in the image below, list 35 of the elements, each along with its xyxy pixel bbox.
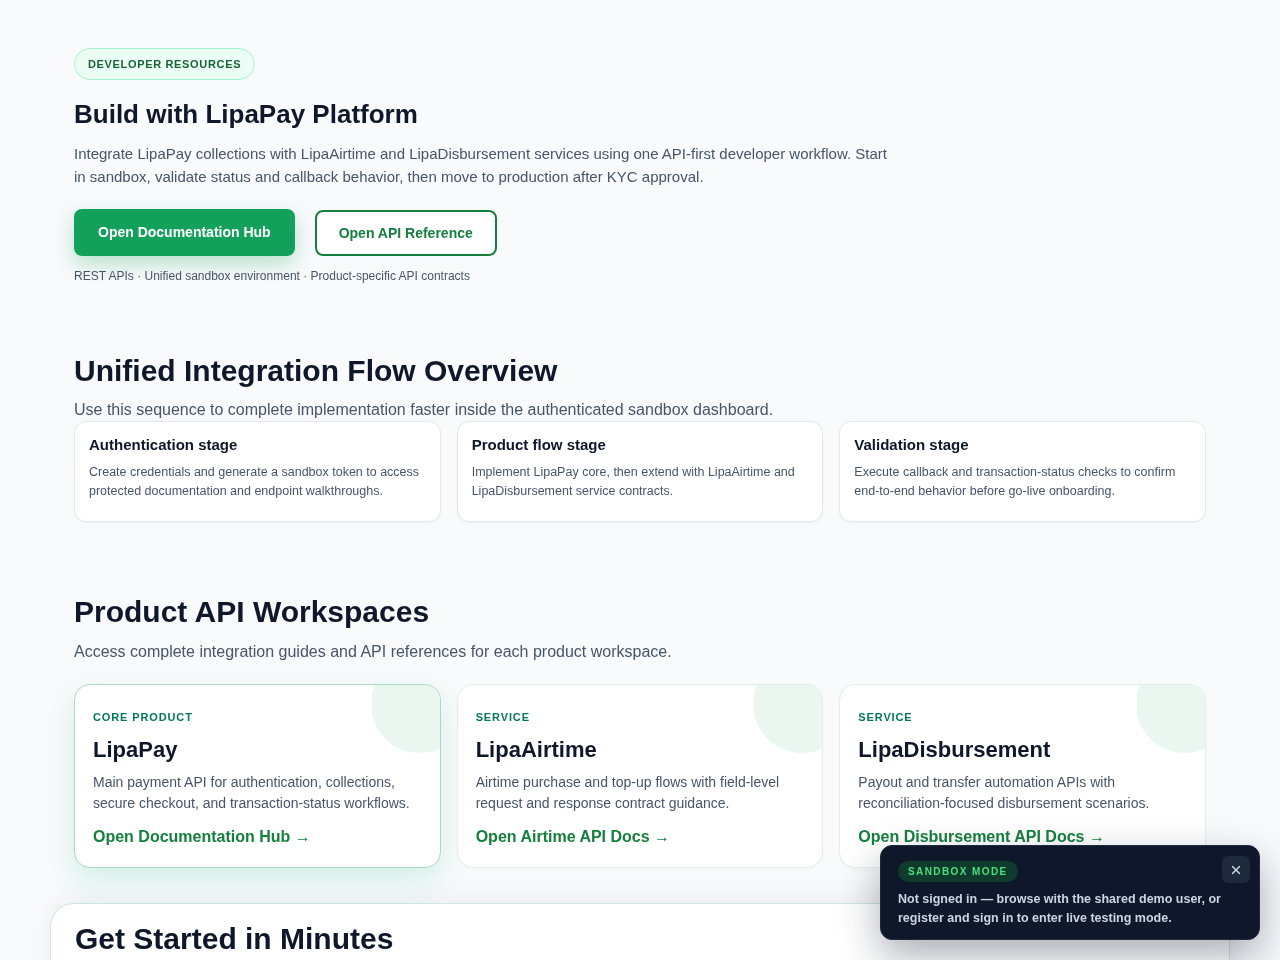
stage-description: Execute callback and transaction-status checks to confirm end-to-end behavior before go-live onboarding. xyxy=(854,464,1177,500)
stage-title: Product flow stage xyxy=(471,435,606,455)
product-docs-link[interactable]: Open Airtime API Docs → xyxy=(475,826,671,848)
hero-description: Integrate LipaPay collections with LipaAirtime and LipaDisbursement services using one API-first developer workflow. Start in sandbox, validate status and callback behavior, then move to production after KYC approval. xyxy=(74,144,888,187)
section-title: Product API Workspaces xyxy=(74,594,430,630)
product-description: Main payment API for authentication, collections, secure checkout, and transaction-status workflows. xyxy=(93,773,411,813)
stage-title: Authentication stage xyxy=(89,435,238,455)
product-card[interactable]: SERVICE LipaDisbursement Payout and transfer automation APIs with reconciliation-focused disbursement scenarios. Open Disbursement API Docs → xyxy=(839,684,1206,868)
api-reference-button[interactable]: Open API Reference xyxy=(314,210,497,256)
product-card[interactable]: CORE PRODUCT LipaPay Main payment API for authentication, collections, secure checkout, and transaction-status workflows. Open Documentation Hub → xyxy=(74,684,441,868)
stage-description: Implement LipaPay core, then extend with LipaAirtime and LipaDisbursement service contracts. xyxy=(471,464,796,500)
stage-description: Create credentials and generate a sandbox token to access protected documentation and endpoint walkthroughs. xyxy=(89,464,421,500)
stage-title: Validation stage xyxy=(854,435,969,455)
sandbox-mode-badge: SANDBOX MODE xyxy=(898,861,1018,882)
page-title: Build with LipaPay Platform xyxy=(74,98,418,130)
product-docs-link[interactable]: Open Documentation Hub → xyxy=(93,826,311,848)
product-description: Payout and transfer automation APIs with reconciliation-focused disbursement scenarios. xyxy=(858,773,1151,813)
section-title: Unified Integration Flow Overview xyxy=(74,353,558,389)
section-title: Get Started in Minutes xyxy=(75,923,394,955)
product-description: Airtime purchase and top-up flows with field-level request and response contract guidance. xyxy=(475,773,781,813)
product-category: SERVICE xyxy=(475,710,530,724)
product-card[interactable]: SERVICE LipaAirtime Airtime purchase and top-up flows with field-level request and response contract guidance. Open Airtime API Docs → xyxy=(456,684,824,868)
documentation-hub-button[interactable]: Open Documentation Hub xyxy=(74,209,295,256)
product-category: SERVICE xyxy=(858,710,913,724)
section-subtitle: Use this sequence to complete implementation faster inside the authenticated sandbox dashboard. xyxy=(74,400,774,420)
close-button[interactable] xyxy=(1222,856,1250,883)
product-name: LipaAirtime xyxy=(475,736,597,764)
section-subtitle: Access complete integration guides and API references for each product workspace. xyxy=(74,642,672,662)
feature-summary: REST APIs · Unified sandbox environment · Product-specific API contracts xyxy=(74,268,470,284)
toast-message: Not signed in — browse with the shared demo user, or register and sign in to enter live testing mode. xyxy=(898,891,1222,927)
product-name: LipaPay xyxy=(93,736,178,764)
product-docs-link[interactable]: Open Disbursement API Docs → xyxy=(858,826,1105,848)
product-name: LipaDisbursement xyxy=(858,736,1051,764)
product-category: CORE PRODUCT xyxy=(93,710,193,724)
section-badge: DEVELOPER RESOURCES xyxy=(74,48,256,80)
